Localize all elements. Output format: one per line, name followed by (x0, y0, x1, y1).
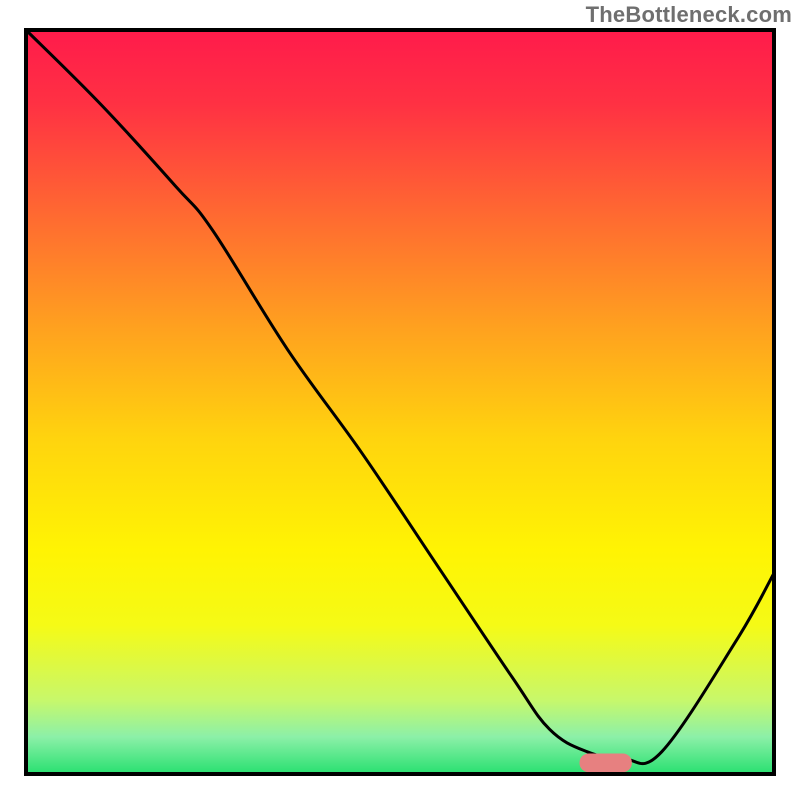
optimal-marker (580, 754, 632, 773)
bottleneck-chart (0, 0, 800, 800)
plot-area (26, 30, 774, 774)
chart-frame: TheBottleneck.com (0, 0, 800, 800)
watermark-label: TheBottleneck.com (586, 2, 792, 28)
gradient-background (26, 30, 774, 774)
